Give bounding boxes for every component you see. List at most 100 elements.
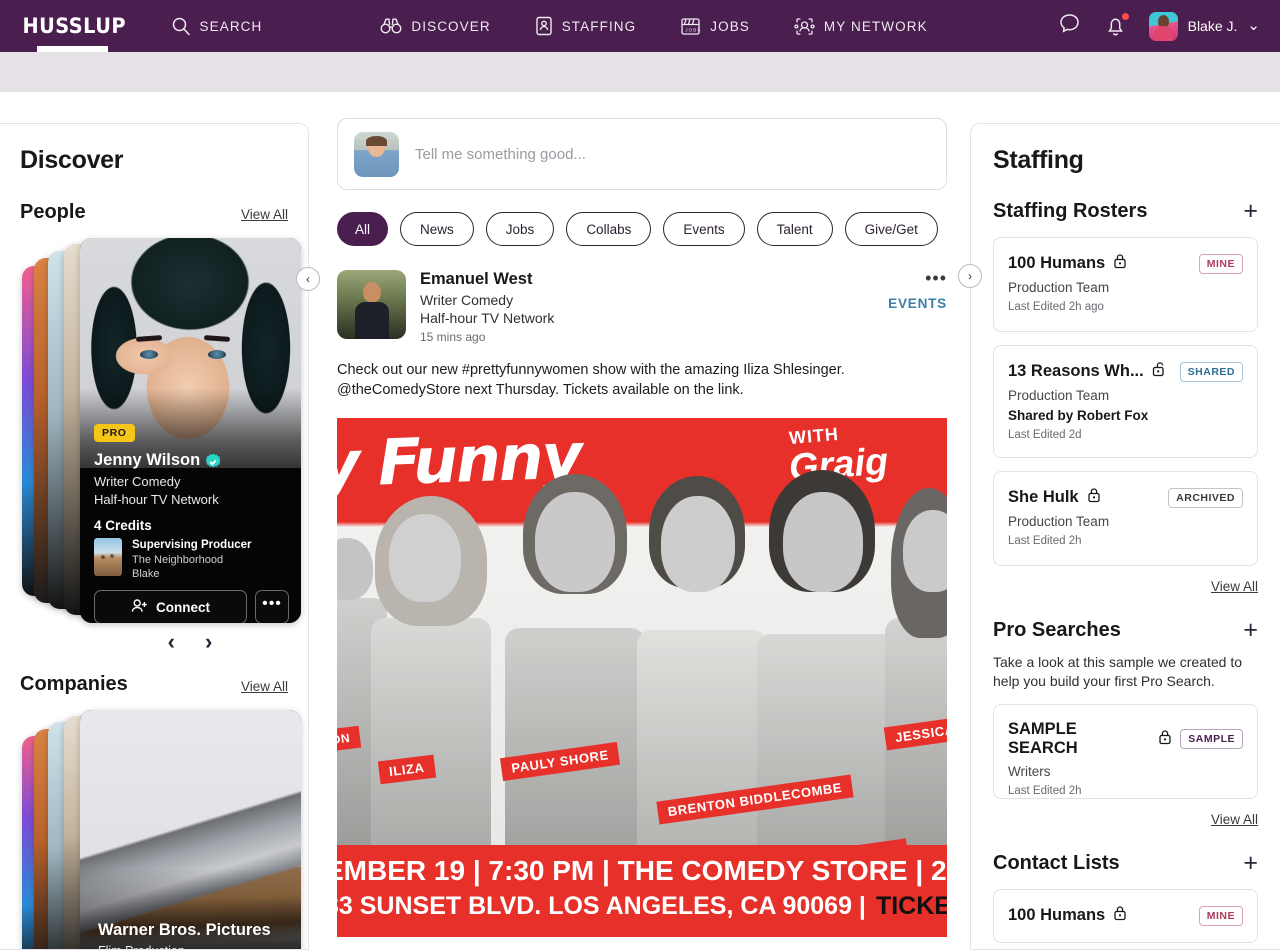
primary-nav-items: SEARCH DISCOVER STAFFING JOBS JOBS MY NE…	[171, 16, 1057, 37]
nav-item-search[interactable]: SEARCH	[171, 16, 263, 36]
network-nodes-icon	[794, 16, 815, 37]
contact-list-item[interactable]: 100 Humans MINE	[993, 889, 1258, 943]
post-body-text: Check out our new #prettyfunnywomen show…	[337, 362, 845, 398]
companies-card-stack: Warner Bros. Pictures Flim Production Ne…	[20, 710, 301, 949]
feed-filter-chips: All News Jobs Collabs Events Talent Give…	[337, 212, 947, 246]
user-menu[interactable]: Blake J. ⌄	[1148, 11, 1260, 41]
nav-label-discover: DISCOVER	[411, 18, 491, 34]
contact-list-badge: MINE	[1198, 905, 1243, 926]
lock-closed-icon	[1113, 253, 1127, 274]
pro-searches-title: Pro Searches	[993, 619, 1121, 641]
add-staffing-roster-button[interactable]: +	[1243, 199, 1258, 224]
filter-chip-collabs[interactable]: Collabs	[566, 212, 652, 246]
poster-footer: EMBER 19 | 7:30 PM | THE COMEDY STORE | …	[337, 845, 947, 937]
roster-subtitle: Production Team	[1008, 388, 1110, 403]
post-author-role: Writer Comedy	[420, 292, 514, 308]
discover-panel: Discover People View All PRO Jenny Wilso…	[0, 123, 309, 950]
companies-view-all-link[interactable]: View All	[241, 679, 288, 696]
avatar	[1148, 11, 1178, 41]
roster-last-edited: Last Edited 2d	[1008, 429, 1082, 441]
people-carousel-arrows: ‹ ›	[92, 631, 288, 653]
nav-item-my-network[interactable]: MY NETWORK	[794, 16, 928, 37]
contact-lists-title: Contact Lists	[993, 852, 1120, 874]
company-type: Flim Production	[98, 944, 185, 949]
bell-icon[interactable]	[1104, 13, 1129, 38]
filter-chip-jobs[interactable]: Jobs	[485, 212, 555, 246]
collapse-right-panel-button[interactable]: ›	[958, 264, 982, 288]
post-image[interactable]: y Funny WITH Graig ON ILIZA PAULY SHORE …	[337, 418, 947, 937]
rosters-view-all: View All	[993, 578, 1258, 596]
connect-button-label: Connect	[156, 599, 210, 615]
pro-search-item[interactable]: SAMPLE SEARCH SAMPLE Writers Last Edited…	[993, 704, 1258, 799]
person-card[interactable]: PRO Jenny Wilson Writer Comedy Half-hour…	[80, 238, 301, 623]
nav-item-discover[interactable]: DISCOVER	[380, 17, 490, 35]
post-category-tag[interactable]: EVENTS	[888, 296, 947, 311]
filter-chip-news[interactable]: News	[400, 212, 474, 246]
person-credits-count: 4 Credits	[94, 518, 152, 533]
poster-tickets-line: TICKETS AT HOR	[875, 892, 947, 920]
post-author-avatar[interactable]	[337, 270, 406, 339]
husslup-logo[interactable]: HUSSLUP	[23, 14, 127, 38]
companies-section-title: Companies	[20, 673, 128, 695]
pro-searches-view-all: View All	[993, 811, 1258, 829]
pro-searches-view-all-link[interactable]: View All	[1211, 812, 1258, 827]
top-navigation-bar: HUSSLUP SEARCH DISCOVER STAFFING JOBS JO…	[0, 0, 1280, 52]
composer-placeholder[interactable]: Tell me something good...	[415, 146, 586, 163]
post-header: Emanuel West Writer Comedy Half-hour TV …	[337, 268, 947, 344]
page-body: Discover People View All PRO Jenny Wilso…	[0, 92, 1280, 950]
poster-event-line: EMBER 19 | 7:30 PM | THE COMEDY STORE | …	[337, 855, 947, 886]
nav-item-jobs[interactable]: JOBS JOBS	[680, 17, 750, 36]
people-view-all-link[interactable]: View All	[241, 207, 288, 224]
lock-open-icon	[1152, 361, 1166, 382]
chevron-down-icon: ⌄	[1247, 17, 1260, 34]
discover-title: Discover	[20, 146, 124, 174]
roster-item[interactable]: She Hulk ARCHIVED Production Team Last E…	[993, 471, 1258, 566]
nav-label-search: SEARCH	[199, 18, 263, 34]
nav-label-jobs: JOBS	[710, 18, 750, 34]
person-card-more-button[interactable]: •••	[255, 590, 289, 623]
post-author-name[interactable]: Emanuel West	[420, 270, 947, 289]
add-pro-search-button[interactable]: +	[1243, 618, 1258, 643]
credit-thumbnail	[94, 538, 122, 576]
nav-right-cluster: Blake J. ⌄	[1057, 11, 1260, 41]
document-person-icon	[535, 16, 553, 36]
poster-address-line: 33 SUNSET BLVD. LOS ANGELES, CA 90069 |	[337, 892, 866, 920]
verified-badge-icon	[206, 453, 221, 468]
roster-item[interactable]: 13 Reasons Wh... SHARED Production Team …	[993, 345, 1258, 458]
filter-chip-all[interactable]: All	[337, 212, 389, 246]
filter-chip-talent[interactable]: Talent	[756, 212, 833, 246]
roster-last-edited: Last Edited 2h	[1008, 535, 1082, 547]
add-contact-list-button[interactable]: +	[1243, 851, 1258, 876]
binoculars-icon	[380, 17, 402, 35]
roster-badge: ARCHIVED	[1168, 487, 1243, 508]
chat-bubble-icon[interactable]	[1057, 11, 1082, 41]
filter-chip-give-get[interactable]: Give/Get	[844, 212, 938, 246]
person-org: Half-hour TV Network	[94, 492, 219, 507]
composer-avatar	[354, 131, 399, 177]
filter-chip-events[interactable]: Events	[663, 212, 745, 246]
companies-section-header: Companies View All	[20, 673, 288, 696]
rosters-view-all-link[interactable]: View All	[1211, 579, 1258, 594]
collapse-left-panel-button[interactable]: ‹	[296, 267, 320, 291]
staffing-panel: Staffing Staffing Rosters + 100 Humans M…	[970, 123, 1280, 950]
connect-button[interactable]: Connect	[94, 590, 247, 623]
roster-badge: MINE	[1198, 253, 1243, 274]
people-section-title: People	[20, 201, 86, 223]
pro-search-subtitle: Writers	[1008, 764, 1051, 779]
people-section-header: People View All	[20, 201, 288, 224]
staffing-rosters-header: Staffing Rosters +	[993, 199, 1258, 224]
people-carousel-next[interactable]: ›	[205, 631, 212, 653]
roster-badge: SHARED	[1179, 361, 1243, 382]
sub-header-bar	[0, 52, 1280, 92]
nav-item-staffing[interactable]: STAFFING	[535, 16, 637, 36]
post-composer[interactable]: Tell me something good...	[337, 118, 947, 190]
roster-shared-by: Shared by Robert Fox	[1008, 408, 1149, 423]
people-carousel-prev[interactable]: ‹	[168, 631, 175, 653]
staffing-rosters-title: Staffing Rosters	[993, 200, 1148, 222]
post-more-button[interactable]: •••	[925, 268, 947, 289]
roster-item[interactable]: 100 Humans MINE Production Team Last Edi…	[993, 237, 1258, 332]
company-card[interactable]: Warner Bros. Pictures Flim Production Ne…	[80, 710, 301, 949]
roster-name: 13 Reasons Wh...	[1008, 362, 1144, 380]
person-card-actions: Connect •••	[94, 590, 289, 623]
roster-subtitle: Production Team	[1008, 280, 1110, 295]
